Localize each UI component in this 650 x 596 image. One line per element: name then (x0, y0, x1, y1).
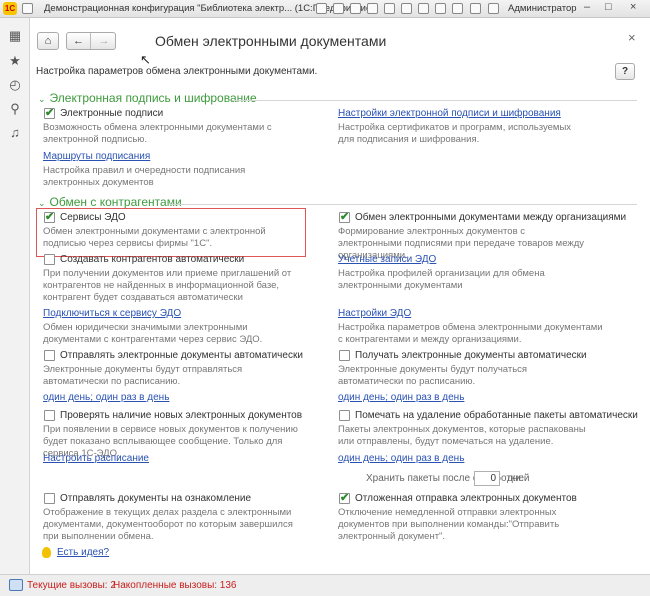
receive-schedule-link[interactable]: один день; один раз в день (338, 392, 464, 403)
keep-packages-label: Хранить пакеты после обработки: (366, 473, 524, 484)
check-new-checkbox[interactable] (44, 410, 55, 421)
collapse-arrow-icon: ⌄ (38, 94, 46, 104)
inter-org-checkbox[interactable] (339, 210, 350, 223)
page-title: Обмен электронными документами (155, 33, 387, 49)
keep-days-input[interactable]: 0 (474, 471, 500, 486)
performance-icon[interactable] (9, 579, 23, 591)
grid-menu-icon[interactable]: ▦ (8, 29, 22, 43)
left-panel: ▦ ★ ◴ ⚲ ♫ (0, 18, 30, 574)
toolbar-bell-icon[interactable] (470, 3, 481, 14)
edo-services-desc: Обмен электронными документами с электро… (43, 226, 266, 249)
keep-days-unit: дней (507, 473, 530, 484)
section-esign-header[interactable]: ⌄ Электронная подпись и шифрование (38, 91, 257, 105)
maximize-icon[interactable]: □ (605, 1, 612, 13)
mouse-cursor-icon: ↖ (140, 52, 151, 67)
toolbar-calc-icon[interactable] (401, 3, 412, 14)
send-schedule-link[interactable]: один день; один раз в день (43, 392, 169, 403)
mark-delete-checkbox[interactable] (339, 410, 350, 421)
send-auto-desc: Электронные документы будут отправляться… (43, 364, 243, 387)
form-close-icon[interactable]: × (628, 30, 636, 45)
history-icon[interactable]: ◴ (8, 78, 22, 92)
connect-edo-link[interactable]: Подключиться к сервису ЭДО (43, 308, 181, 319)
search-icon[interactable]: ⚲ (8, 102, 22, 116)
toolbar-print-icon[interactable] (333, 3, 344, 14)
window-close-icon[interactable]: × (630, 1, 636, 13)
routes-link[interactable]: Маршруты подписания (43, 151, 150, 162)
section-title: Электронная подпись и шифрование (49, 91, 257, 105)
section-divider (232, 100, 637, 101)
review-checkbox[interactable] (44, 493, 55, 504)
section-divider (170, 204, 637, 205)
ideas-link[interactable]: Есть идея? (57, 547, 109, 558)
receive-auto-label: Получать электронные документы автоматич… (355, 350, 587, 361)
toolbar-back-icon[interactable] (316, 3, 327, 14)
edo-settings-link[interactable]: Настройки ЭДО (338, 308, 411, 319)
nav-buttons: ← → (66, 32, 116, 50)
create-contractors-desc: При получении документов или приеме приг… (43, 268, 292, 303)
esign-desc: Возможность обмена электронными документ… (43, 122, 272, 145)
configure-schedule-link[interactable]: Настроить расписание (43, 453, 149, 464)
lightbulb-icon (42, 547, 51, 558)
send-auto-checkbox[interactable] (44, 350, 55, 361)
create-contractors-label: Создавать контрагентов автоматически (60, 254, 245, 265)
edo-settings-desc: Настройка параметров обмена электронными… (338, 322, 603, 345)
create-contractors-checkbox[interactable] (44, 254, 55, 265)
edo-services-checkbox[interactable] (44, 210, 55, 223)
esign-settings-desc: Настройка сертификатов и программ, испол… (338, 122, 572, 145)
esign-settings-link[interactable]: Настройки электронной подписи и шифрован… (338, 108, 561, 119)
forward-button[interactable]: → (92, 33, 116, 49)
mark-schedule-link[interactable]: один день; один раз в день (338, 453, 464, 464)
status-bar: Текущие вызовы: 2 Накопленные вызовы: 13… (0, 574, 650, 596)
section-title: Обмен с контрагентами (49, 195, 182, 209)
edo-accounts-desc: Настройка профилей организации для обмен… (338, 268, 545, 291)
user-name[interactable]: Администратор (508, 3, 577, 14)
toolbar-save-icon[interactable] (350, 3, 361, 14)
mark-delete-label: Помечать на удаление обработанные пакеты… (355, 410, 638, 421)
routes-desc: Настройка правил и очередности подписани… (43, 165, 246, 188)
receive-auto-checkbox[interactable] (339, 350, 350, 361)
review-desc: Отображение в текущих делах раздела с эл… (43, 507, 293, 542)
notifications-icon[interactable]: ♫ (8, 126, 22, 140)
toolbar-calendar-icon[interactable] (384, 3, 395, 14)
esign-label: Электронные подписи (60, 108, 164, 119)
toolbar-info-icon[interactable] (488, 3, 499, 14)
toolbar-doc-icon[interactable] (367, 3, 378, 14)
page-subtitle: Настройка параметров обмена электронными… (36, 66, 318, 77)
app-logo-icon: 1С (3, 2, 17, 15)
accumulated-calls: Накопленные вызовы: 136 (113, 580, 237, 591)
inter-org-label: Обмен электронными документами между орг… (355, 212, 627, 223)
edo-services-label: Сервисы ЭДО (60, 212, 126, 223)
window-titlebar: 1С Демонстрационная конфигурация "Библио… (0, 0, 650, 18)
connect-edo-desc: Обмен юридически значимыми электронными … (43, 322, 263, 345)
help-button[interactable]: ? (615, 63, 635, 80)
toolbar-m-minus-icon[interactable] (452, 3, 463, 14)
menu-icon[interactable] (22, 3, 33, 14)
section-contractors-header[interactable]: ⌄ Обмен с контрагентами (38, 195, 182, 209)
delayed-send-label: Отложенная отправка электронных документ… (355, 493, 577, 504)
form-header: ⌂ ← → Обмен электронными документами × ?… (30, 18, 650, 86)
toolbar-m-icon[interactable] (418, 3, 429, 14)
current-calls: Текущие вызовы: 2 (27, 580, 116, 591)
check-new-label: Проверять наличие новых электронных доку… (60, 410, 303, 421)
minimize-icon[interactable]: – (584, 1, 590, 13)
toolbar-m-plus-icon[interactable] (435, 3, 446, 14)
delayed-send-desc: Отключение немедленной отправки электрон… (338, 507, 560, 542)
home-button[interactable]: ⌂ (37, 32, 59, 50)
back-button[interactable]: ← (67, 33, 91, 49)
edo-accounts-link[interactable]: Учетные записи ЭДО (338, 254, 436, 265)
mark-delete-desc: Пакеты электронных документов, которые р… (338, 424, 586, 447)
receive-auto-desc: Электронные документы будут получаться а… (338, 364, 528, 387)
review-label: Отправлять документы на ознакомление (60, 493, 252, 504)
esign-checkbox[interactable] (44, 106, 55, 119)
send-auto-label: Отправлять электронные документы автомат… (60, 350, 303, 361)
favorites-icon[interactable]: ★ (8, 54, 22, 68)
delayed-send-checkbox[interactable] (339, 491, 350, 504)
